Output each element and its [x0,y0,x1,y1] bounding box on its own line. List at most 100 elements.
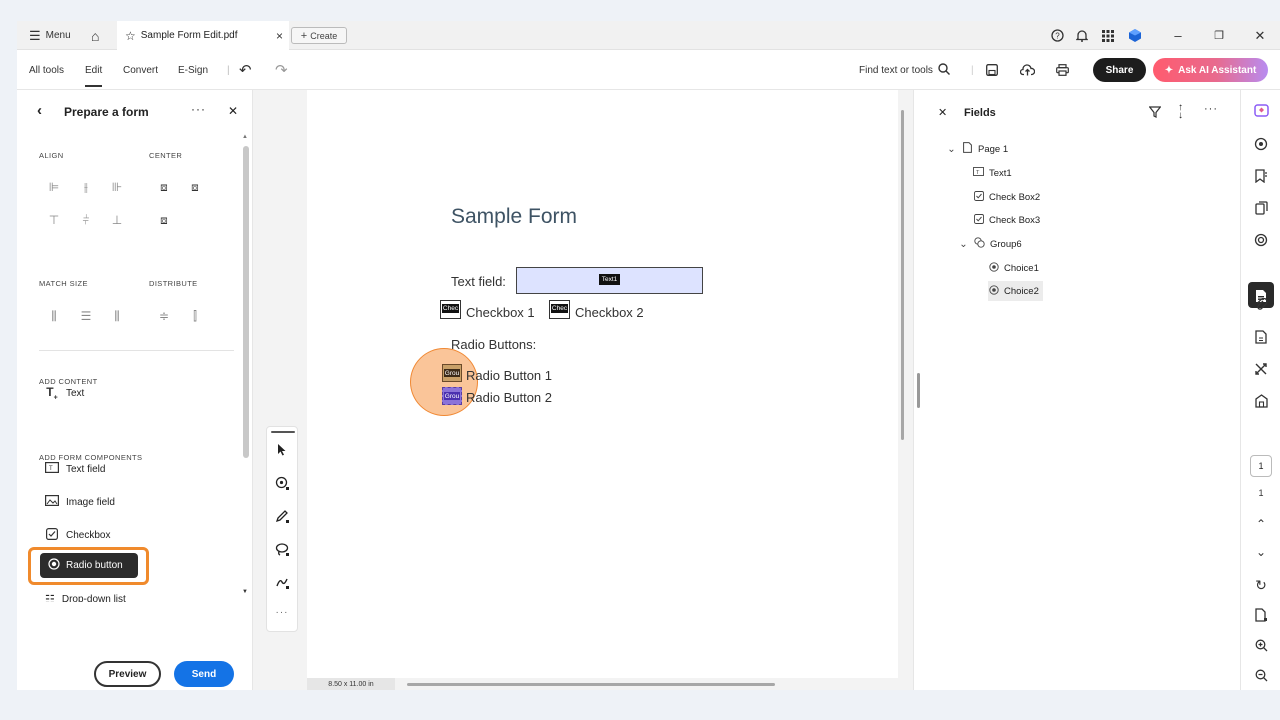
convert-tab[interactable]: Convert [123,50,158,90]
bell-icon[interactable] [1071,21,1093,50]
edit-tab[interactable]: Edit [85,50,103,90]
pen-tool-icon[interactable] [267,509,297,527]
home-icon[interactable]: ⌂ [91,21,99,50]
match-both-icon[interactable]: ⫼ [110,309,124,323]
ai-assistant-rail-icon[interactable] [1241,104,1280,122]
print-icon[interactable] [1056,50,1069,90]
document-tab[interactable]: ☆ Sample Form Edit.pdf × [117,21,289,50]
tree-item-choice2[interactable]: Choice2 [988,281,1043,301]
text-field-item[interactable]: T Text field [45,458,105,480]
tree-item-check-box2[interactable]: Check Box2 [973,187,1040,207]
tree-item-check-box3[interactable]: Check Box3 [973,210,1040,230]
align-top-icon[interactable]: ⊤ [47,213,61,227]
back-chevron-icon[interactable]: ‹ [37,102,42,119]
undo-icon[interactable]: ↶ [239,50,252,90]
tree-item-choice1[interactable]: Choice1 [988,258,1039,278]
panel-resize-handle[interactable] [917,373,920,408]
upload-cloud-icon[interactable] [1020,50,1035,90]
restore-icon[interactable]: ❐ [1208,21,1230,50]
expand-chevron-icon[interactable]: ⌄ [958,239,969,250]
svg-text:T: T [49,466,53,472]
find-tools-button[interactable]: Find text or tools [859,50,950,90]
more-tools-icon[interactable]: ··· [267,607,297,618]
close-tab-icon[interactable]: × [276,29,283,43]
zoom-in-icon[interactable] [1241,639,1280,655]
checkbox1-form-field[interactable]: Chec [440,300,461,319]
center-vertical-icon[interactable]: ⧈ [188,180,202,194]
tree-item-text1[interactable]: T Text1 [973,163,1012,183]
attachment-rail-icon[interactable] [1241,297,1280,315]
menu-button[interactable]: ☰ Menu [29,21,71,50]
comment-tool-icon[interactable] [267,476,297,494]
align-bottom-icon[interactable]: ⊥ [110,213,124,227]
align-center-horizontal-icon[interactable]: ⫲ [79,180,93,194]
text1-form-field[interactable]: Text1 [516,267,703,294]
copy-pages-rail-icon[interactable] [1241,201,1280,218]
checkbox2-form-field[interactable]: Chec [549,300,570,319]
page-view-icon[interactable] [1241,608,1280,625]
close-panel-icon[interactable]: ✕ [228,104,238,118]
scroll-down-arrow-icon[interactable]: ▼ [242,589,248,595]
sign-tool-icon[interactable] [267,575,297,593]
checkbox-item[interactable]: Checkbox [45,524,110,546]
drag-handle[interactable] [271,431,295,433]
scroll-up-arrow-icon[interactable]: ▲ [242,134,248,140]
create-button[interactable]: + Create [291,27,347,44]
send-button[interactable]: Send [174,661,234,687]
preview-button[interactable]: Preview [94,661,161,687]
previous-page-icon[interactable]: ⌃ [1241,517,1280,531]
next-page-icon[interactable]: ⌄ [1241,545,1280,559]
center-horizontal-icon[interactable]: ⧈ [157,180,171,194]
prepare-form-panel: ‹ Prepare a form ··· ✕ ALIGN CENTER ⊫ ⫲ … [17,90,253,690]
zoom-out-icon[interactable] [1241,669,1280,685]
align-right-icon[interactable]: ⊪ [110,180,124,194]
align-left-icon[interactable]: ⊫ [47,180,61,194]
more-options-icon[interactable]: ··· [191,102,206,116]
sort-icon[interactable]: ↑ ↓ [1178,103,1183,121]
dropdown-list-item[interactable]: ☷ Drop-down list [45,594,235,602]
align-middle-vertical-icon[interactable]: ⫩ [79,213,93,227]
match-height-icon[interactable]: ⫼ [47,309,61,323]
horizontal-scrollbar[interactable] [407,683,775,686]
apps-grid-icon[interactable] [1097,21,1119,50]
left-panel-scrollbar[interactable]: ▲ ▼ [241,134,250,604]
save-icon[interactable] [986,50,998,90]
select-cursor-icon[interactable] [267,443,297,459]
distribute-vertical-icon[interactable]: ≑ [157,309,171,323]
help-icon[interactable]: ? [1046,21,1068,50]
radio1-form-field[interactable]: Grou [442,364,462,382]
stamp-rail-icon[interactable] [1241,394,1280,411]
tree-item-page1[interactable]: ⌄ Page 1 [946,139,1008,159]
fields-more-options-icon[interactable]: ··· [1204,103,1218,115]
comment-rail-icon[interactable] [1241,137,1280,154]
esign-tab[interactable]: E-Sign [178,50,208,90]
add-text-item[interactable]: T+ Text [45,382,84,404]
center-both-icon[interactable]: ⧈ [157,213,171,227]
layers-rail-icon[interactable] [1241,233,1280,250]
close-window-icon[interactable]: ✕ [1249,21,1271,50]
distribute-horizontal-icon[interactable]: ⫿ [188,309,202,323]
star-icon[interactable]: ☆ [125,29,136,43]
radio-button-item[interactable]: Radio button [40,553,138,578]
document-properties-rail-icon[interactable] [1241,330,1280,347]
organize-rail-icon[interactable] [1241,362,1280,379]
expand-chevron-icon[interactable]: ⌄ [946,144,957,155]
match-width-icon[interactable]: ☰ [79,309,93,323]
ai-assistant-button[interactable]: ✦ Ask AI Assistant [1153,58,1268,82]
document-vertical-scrollbar[interactable] [901,110,904,440]
redo-icon[interactable]: ↷ [275,50,288,90]
filter-icon[interactable] [1148,106,1162,121]
bookmark-rail-icon[interactable] [1241,169,1280,186]
minimize-icon[interactable]: – [1167,21,1189,50]
scroll-thumb[interactable] [243,146,249,458]
radio2-form-field[interactable]: Grou [442,387,462,405]
share-button[interactable]: Share [1093,58,1146,82]
tree-item-group6[interactable]: ⌄ Group6 [958,234,1022,254]
all-tools-tab[interactable]: All tools [29,50,64,90]
close-fields-panel-icon[interactable]: ✕ [938,106,947,119]
lasso-tool-icon[interactable] [267,542,297,560]
profile-avatar-icon[interactable] [1124,21,1146,50]
image-field-item[interactable]: Image field [45,491,115,513]
current-page-input[interactable]: 1 [1250,455,1272,477]
rotate-icon[interactable]: ↻ [1241,577,1280,594]
